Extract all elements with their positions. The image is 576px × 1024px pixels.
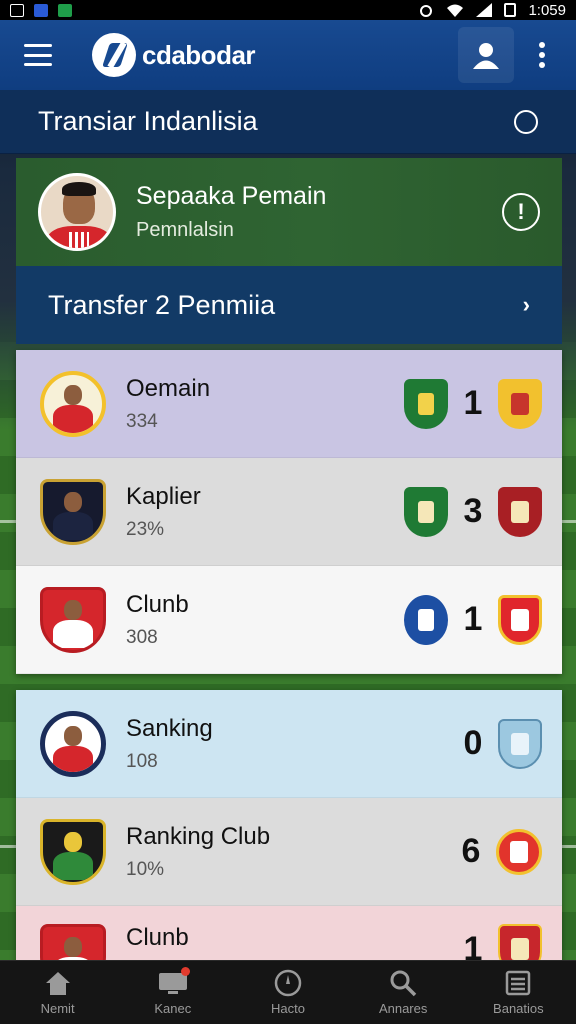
- more-options-icon[interactable]: [532, 40, 552, 70]
- app-logo[interactable]: cdabodar: [92, 33, 256, 77]
- search-icon: [388, 969, 418, 997]
- player-crest-icon: [40, 710, 106, 777]
- player-name: Kaplier: [126, 482, 201, 510]
- list-item[interactable]: Oemain 334 1: [16, 350, 562, 458]
- player-crest-icon: [40, 586, 106, 653]
- player-value: 23%: [126, 518, 165, 540]
- list-item[interactable]: Ranking Club 10% 6: [16, 798, 562, 906]
- player-value: 108: [126, 750, 158, 772]
- player-avatar: [38, 173, 116, 251]
- match-score: 3: [463, 492, 483, 530]
- player-name: Oemain: [126, 374, 211, 402]
- away-club-crest-icon: [498, 486, 542, 537]
- transfer-row[interactable]: Transfer 2 Penmiia ›: [16, 266, 562, 344]
- player-value: 10%: [126, 858, 165, 880]
- tv-icon: [158, 967, 190, 997]
- logo-icon: [92, 33, 136, 77]
- app-bar: cdabodar: [0, 20, 576, 90]
- battery-icon: [504, 3, 517, 17]
- home-club-crest-icon: [404, 594, 448, 645]
- nav-item-home[interactable]: Nemit: [8, 969, 108, 1016]
- menu-icon[interactable]: [24, 44, 52, 66]
- transfer-label: Transfer 2 Penmiia: [48, 289, 276, 320]
- notification-dot: [180, 967, 190, 976]
- wifi-icon: [447, 4, 464, 17]
- player-value: 308: [126, 626, 158, 648]
- status-time: 1:059: [528, 1, 566, 19]
- compass-icon: [273, 969, 303, 997]
- signal-icon: [476, 3, 493, 17]
- nav-item-tv[interactable]: Kanec: [123, 967, 223, 1016]
- logo-text: cdabodar: [142, 39, 256, 70]
- bottom-navigation: Nemit Kanec Hacto Annares Banatios: [0, 960, 576, 1024]
- match-score: 1: [463, 384, 483, 422]
- home-club-crest-icon: [404, 378, 448, 429]
- list-item[interactable]: Sanking 108 0: [16, 690, 562, 798]
- nav-item-compass[interactable]: Hacto: [238, 969, 338, 1016]
- nav-item-list[interactable]: Banatios: [468, 969, 568, 1016]
- list-item[interactable]: Clunb 308 1: [16, 566, 562, 674]
- player-name: Sanking: [126, 714, 213, 742]
- list-item[interactable]: Kaplier 23% 3: [16, 458, 562, 566]
- user-icon: [473, 43, 499, 69]
- featured-player-card[interactable]: Sepaaka Pemain Pemnlalsin !: [16, 158, 562, 266]
- player-crest-icon: [40, 370, 106, 437]
- section-title: Transiar Indanlisia: [38, 106, 258, 136]
- featured-player-subtitle: Pemnlalsin: [136, 219, 234, 241]
- away-club-crest-icon: [498, 718, 542, 769]
- info-icon[interactable]: !: [502, 193, 540, 231]
- player-name: Clunb: [126, 590, 189, 618]
- player-name: Clunb: [126, 924, 189, 951]
- player-name: Ranking Club: [126, 822, 271, 850]
- nav-label: Nemit: [40, 1001, 75, 1016]
- status-bar: 1:059: [0, 0, 576, 20]
- away-club-crest-icon: [498, 378, 542, 429]
- nav-label: Hacto: [270, 1001, 305, 1016]
- section-header: Transiar Indanlisia: [0, 90, 576, 154]
- away-club-crest-icon: [496, 828, 542, 875]
- player-value: 334: [126, 410, 158, 432]
- radio-circle-icon[interactable]: [514, 109, 538, 134]
- app-notification-icon: [58, 3, 72, 17]
- nav-item-search[interactable]: Annares: [353, 969, 453, 1016]
- away-club-crest-icon: [498, 594, 542, 645]
- player-crest-icon: [40, 818, 106, 885]
- home-icon: [43, 969, 73, 997]
- player-crest-icon: [40, 478, 106, 545]
- match-score: 1: [463, 600, 483, 638]
- ranking-list: Sanking 108 0 Ranking Club 10% 6 Clunb 1: [16, 690, 562, 990]
- featured-player-name: Sepaaka Pemain: [136, 182, 327, 210]
- nav-label: Annares: [378, 1001, 428, 1016]
- list-icon: [503, 969, 533, 997]
- match-score: 0: [463, 724, 483, 762]
- nav-label: Kanec: [154, 1001, 192, 1016]
- home-club-crest-icon: [404, 486, 448, 537]
- profile-button[interactable]: [458, 27, 514, 83]
- alarm-icon: [420, 5, 433, 17]
- match-score: 6: [461, 832, 481, 870]
- chevron-right-icon: ›: [522, 292, 530, 317]
- app-notification-icon: [34, 3, 48, 17]
- notification-icon: [10, 3, 24, 17]
- nav-label: Banatios: [493, 1001, 544, 1016]
- player-list: Oemain 334 1 Kaplier 23% 3 Clunb 308 1: [16, 350, 562, 674]
